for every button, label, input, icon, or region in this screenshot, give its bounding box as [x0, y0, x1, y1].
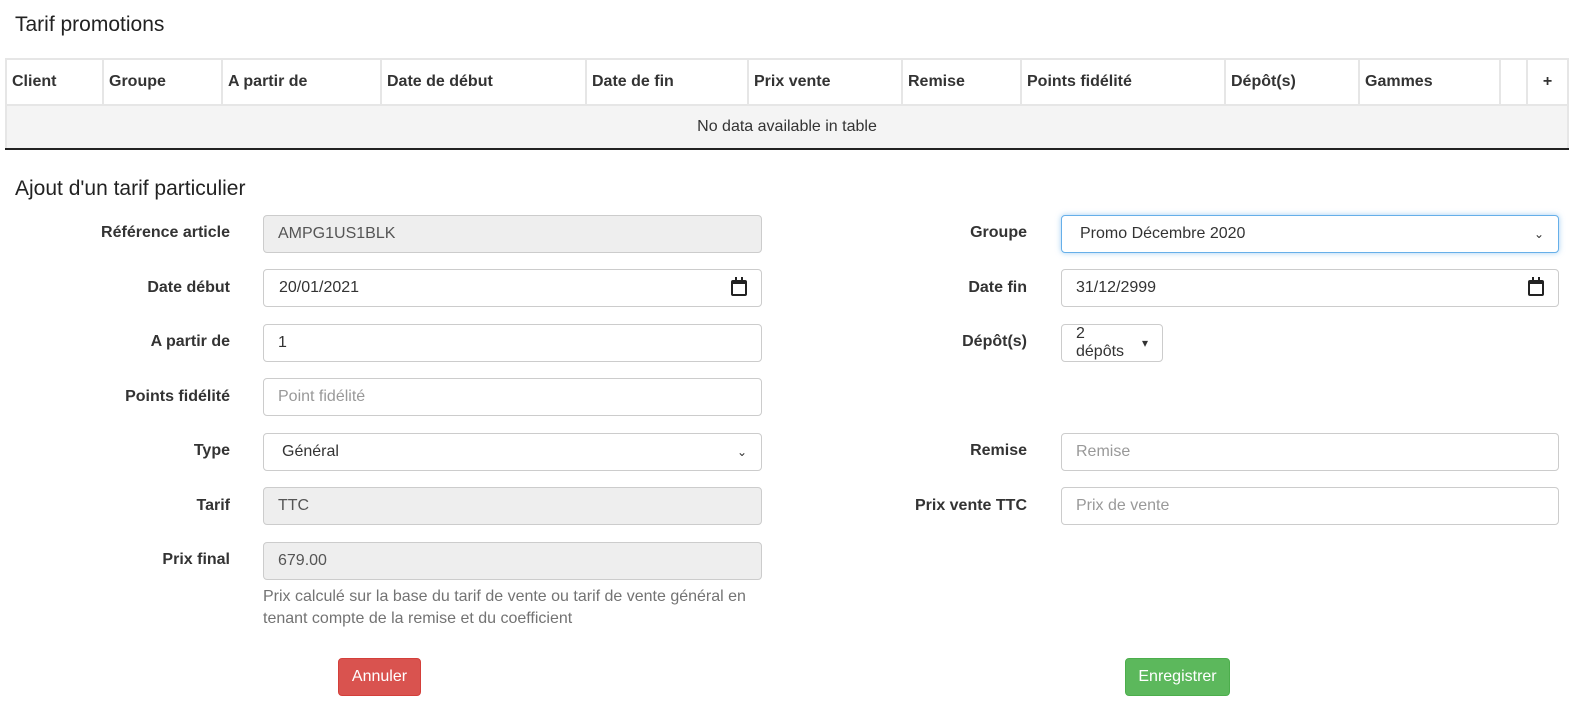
tarif-label: Tarif: [196, 497, 230, 514]
prix-help-text: Prix calculé sur la base du tarif de ven…: [263, 588, 746, 627]
table-header-row: Client Groupe A partir de Date de début …: [5, 58, 1569, 106]
groupe-label: Groupe: [970, 224, 1027, 241]
col-a-partir-de[interactable]: A partir de: [221, 58, 382, 106]
type-label: Type: [193, 442, 230, 459]
chevron-down-icon: ⌄: [1533, 227, 1544, 241]
promotions-table: Client Groupe A partir de Date de début …: [5, 58, 1569, 150]
promotions-title: Tarif promotions: [15, 13, 165, 36]
date-debut-field[interactable]: 20/01/2021: [263, 269, 762, 307]
prix-final-field[interactable]: 679.00: [263, 542, 762, 580]
chevron-down-icon: ⌄: [736, 445, 747, 459]
col-date-fin[interactable]: Date de fin: [585, 58, 749, 106]
save-button[interactable]: Enregistrer: [1125, 658, 1230, 696]
groupe-select[interactable]: Promo Décembre 2020 ⌄: [1061, 215, 1559, 253]
calendar-icon[interactable]: [731, 277, 747, 296]
reference-label: Référence article: [101, 224, 230, 241]
cancel-button[interactable]: Annuler: [338, 658, 421, 696]
a-partir-de-label: A partir de: [150, 333, 230, 350]
depots-value: 2 dépôts: [1076, 325, 1125, 360]
date-debut-label: Date début: [147, 279, 230, 296]
col-blank: [1499, 58, 1528, 106]
tarif-field[interactable]: TTC: [263, 487, 762, 525]
reference-field[interactable]: AMPG1US1BLK: [263, 215, 762, 253]
points-label: Points fidélité: [125, 388, 230, 405]
a-partir-de-field[interactable]: 1: [263, 324, 762, 362]
table-row: No data available in table: [5, 105, 1569, 150]
depots-dropdown[interactable]: 2 dépôts ▾: [1061, 324, 1163, 362]
col-gammes[interactable]: Gammes: [1358, 58, 1501, 106]
caret-down-icon: ▾: [1141, 336, 1148, 350]
col-depots[interactable]: Dépôt(s): [1224, 58, 1360, 106]
prix-vente-label: Prix vente TTC: [914, 497, 1027, 514]
prix-final-label: Prix final: [162, 551, 230, 568]
empty-message: No data available in table: [5, 105, 1569, 150]
type-value: Général: [282, 443, 339, 460]
date-debut-value: 20/01/2021: [279, 279, 360, 296]
prix-vente-field[interactable]: Prix de vente: [1061, 487, 1559, 525]
col-date-debut[interactable]: Date de début: [380, 58, 587, 106]
date-fin-label: Date fin: [968, 279, 1027, 296]
add-row-icon[interactable]: +: [1526, 58, 1569, 106]
points-field[interactable]: Point fidélité: [263, 378, 762, 416]
remise-label: Remise: [970, 442, 1027, 459]
date-fin-value: 31/12/2999: [1076, 279, 1157, 296]
col-points-fidelite[interactable]: Points fidélité: [1020, 58, 1226, 106]
form-title: Ajout d'un tarif particulier: [15, 177, 246, 200]
groupe-value: Promo Décembre 2020: [1080, 225, 1246, 242]
remise-field[interactable]: Remise: [1061, 433, 1559, 471]
depots-label: Dépôt(s): [962, 333, 1027, 350]
date-fin-field[interactable]: 31/12/2999: [1061, 269, 1559, 307]
col-prix-vente[interactable]: Prix vente: [747, 58, 903, 106]
col-groupe[interactable]: Groupe: [102, 58, 223, 106]
type-select[interactable]: Général ⌄: [263, 433, 762, 471]
calendar-icon[interactable]: [1528, 277, 1544, 296]
col-remise[interactable]: Remise: [901, 58, 1022, 106]
col-client[interactable]: Client: [5, 58, 104, 106]
